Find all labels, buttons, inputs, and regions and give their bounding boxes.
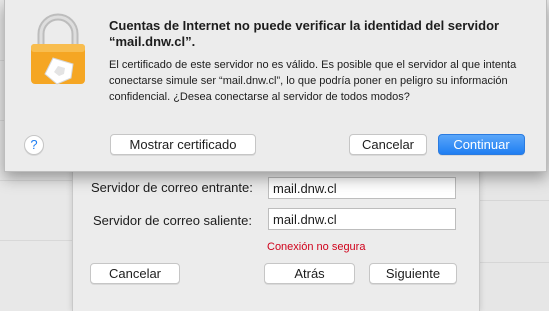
alert-message: El certificado de este servidor no es vá… — [109, 59, 517, 103]
continue-button[interactable]: Continuar — [438, 134, 525, 155]
lock-icon — [31, 13, 85, 85]
certificate-alert: Cuentas de Internet no puede verificar l… — [4, 0, 547, 172]
outgoing-server-field[interactable] — [268, 208, 456, 230]
incoming-server-field[interactable] — [268, 177, 456, 199]
account-setup-sheet: Servidor de correo entrante: Servidor de… — [72, 160, 480, 311]
help-button[interactable]: ? — [24, 135, 44, 155]
incoming-server-label: Servidor de correo entrante: — [91, 180, 253, 195]
alert-title: Cuentas de Internet no puede verificar l… — [109, 18, 500, 49]
cancel-button[interactable]: Cancelar — [349, 134, 427, 155]
next-button[interactable]: Siguiente — [369, 263, 457, 284]
insecure-connection-warning: Conexión no segura — [267, 241, 366, 253]
back-button[interactable]: Atrás — [264, 263, 355, 284]
outgoing-server-label: Servidor de correo saliente: — [93, 213, 252, 228]
account-cancel-button[interactable]: Cancelar — [90, 263, 180, 284]
show-certificate-button[interactable]: Mostrar certificado — [110, 134, 256, 155]
